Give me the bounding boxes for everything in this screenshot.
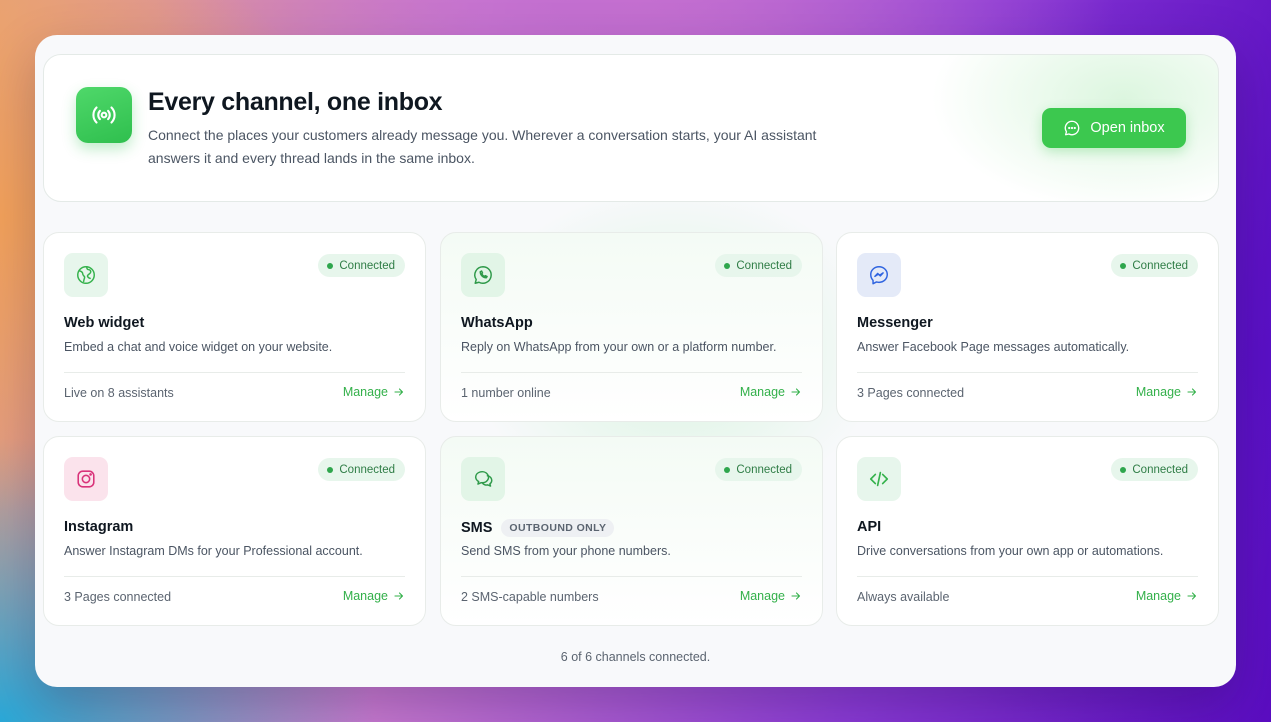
divider (461, 576, 802, 577)
channel-title: SMS OUTBOUND ONLY (461, 519, 615, 537)
sms-chat-icon (461, 457, 505, 501)
divider (64, 372, 405, 373)
channels-panel: Every channel, one inbox Connect the pla… (35, 35, 1236, 687)
channel-status: 3 Pages connected (857, 386, 965, 400)
channel-status: 2 SMS-capable numbers (461, 590, 599, 604)
instagram-icon (64, 457, 108, 501)
status-badge: Connected (1111, 458, 1198, 481)
chat-bubble-icon (1065, 120, 1080, 136)
divider (857, 372, 1198, 373)
manage-api-link[interactable]: Manage (1136, 589, 1198, 603)
channel-description: Answer Instagram DMs for your Profession… (64, 544, 363, 558)
divider (857, 576, 1198, 577)
messenger-icon (857, 253, 901, 297)
channel-title: Messenger (857, 315, 933, 331)
channel-status: Live on 8 assistants (64, 386, 174, 400)
arrow-right-icon (1187, 592, 1197, 600)
divider (64, 576, 405, 577)
globe-icon (64, 253, 108, 297)
channel-description: Answer Facebook Page messages automatica… (857, 340, 1130, 354)
hero-banner: Every channel, one inbox Connect the pla… (43, 54, 1219, 202)
channel-description: Embed a chat and voice widget on your we… (64, 340, 333, 354)
status-badge: Connected (715, 254, 802, 277)
outbound-only-tag: OUTBOUND ONLY (501, 519, 615, 537)
channel-card-api: Connected API Drive conversations from y… (836, 436, 1219, 626)
whatsapp-icon (461, 253, 505, 297)
arrow-right-icon (394, 592, 404, 600)
channel-title: WhatsApp (461, 315, 533, 331)
page-title: Every channel, one inbox (148, 88, 443, 116)
manage-web-widget-link[interactable]: Manage (343, 385, 405, 399)
code-icon (857, 457, 901, 501)
channel-title: Instagram (64, 519, 134, 535)
divider (461, 372, 802, 373)
channel-title: API (857, 519, 882, 535)
status-badge: Connected (1111, 254, 1198, 277)
arrow-right-icon (1187, 388, 1197, 396)
page-description: Connect the places your customers alread… (148, 127, 817, 166)
manage-whatsapp-link[interactable]: Manage (740, 385, 802, 399)
status-badge: Connected (715, 458, 802, 481)
channel-card-sms: Connected SMS OUTBOUND ONLY Send SMS fro… (440, 436, 823, 626)
status-badge: Connected (318, 458, 405, 481)
open-inbox-button[interactable]: Open inbox (1042, 108, 1186, 148)
channel-title: Web widget (64, 315, 145, 331)
channel-card-whatsapp: Connected WhatsApp Reply on WhatsApp fro… (440, 232, 823, 422)
status-badge: Connected (318, 254, 405, 277)
manage-sms-link[interactable]: Manage (740, 589, 802, 603)
channel-card-web-widget: Connected Web widget Embed a chat and vo… (43, 232, 426, 422)
channel-card-messenger: Connected Messenger Answer Facebook Page… (836, 232, 1219, 422)
manage-instagram-link[interactable]: Manage (343, 589, 405, 603)
connection-summary: 6 of 6 channels connected. (560, 650, 711, 664)
arrow-right-icon (394, 388, 404, 396)
channel-status: Always available (857, 590, 950, 604)
arrow-right-icon (791, 388, 801, 396)
channel-status: 3 Pages connected (64, 590, 172, 604)
channel-description: Reply on WhatsApp from your own or a pla… (461, 340, 777, 354)
broadcast-icon (76, 87, 132, 143)
open-inbox-label: Open inbox (1090, 120, 1165, 136)
channel-status: 1 number online (461, 386, 551, 400)
channel-description: Send SMS from your phone numbers. (461, 544, 671, 558)
channel-card-instagram: Connected Instagram Answer Instagram DMs… (43, 436, 426, 626)
channel-description: Drive conversations from your own app or… (857, 544, 1164, 558)
arrow-right-icon (791, 592, 801, 600)
manage-messenger-link[interactable]: Manage (1136, 385, 1198, 399)
